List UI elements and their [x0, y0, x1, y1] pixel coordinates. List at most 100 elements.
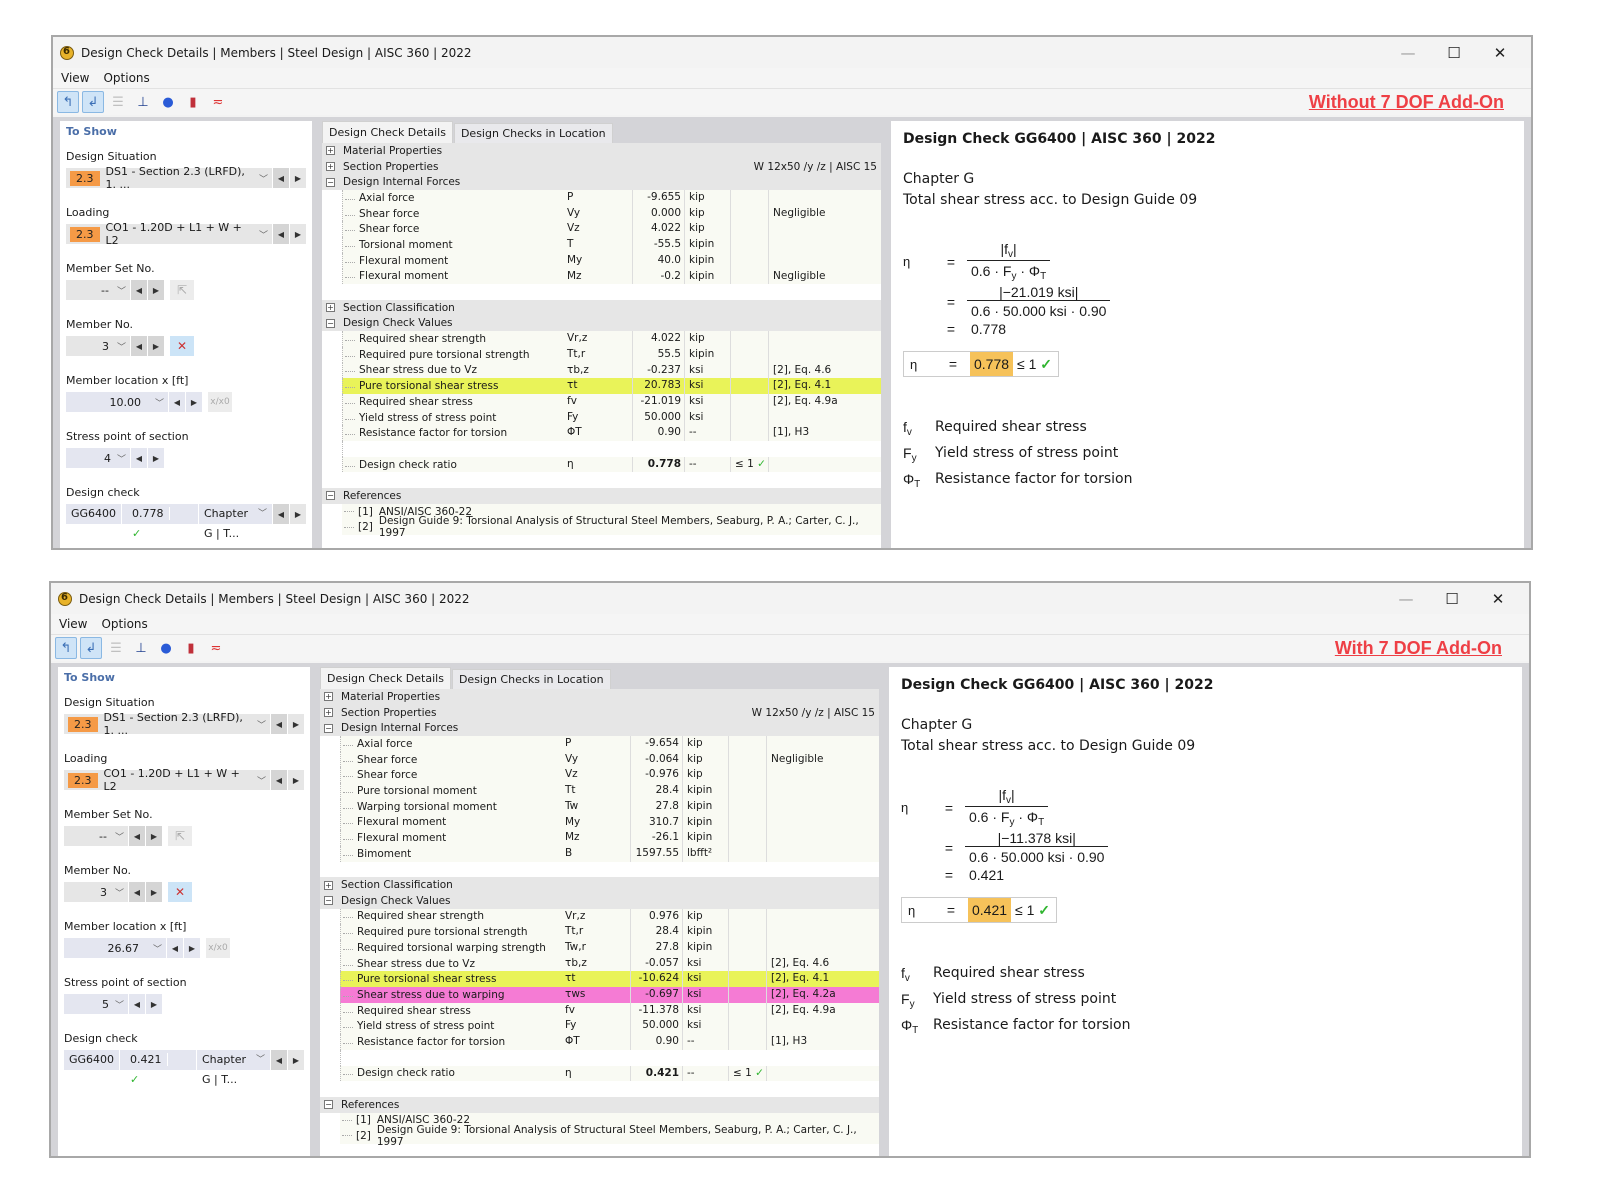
- tab-design-check-details[interactable]: Design Check Details: [320, 667, 451, 689]
- next-arrow-icon[interactable]: ▶: [148, 448, 164, 468]
- next-arrow-icon[interactable]: ▶: [148, 280, 164, 300]
- close-button[interactable]: ✕: [1475, 590, 1521, 608]
- next-arrow-icon[interactable]: ▶: [146, 994, 162, 1014]
- prev-arrow-icon[interactable]: ◀: [131, 280, 147, 300]
- maximize-button[interactable]: ☐: [1431, 44, 1477, 62]
- next-arrow-icon[interactable]: ▶: [288, 1050, 304, 1070]
- pick-member-set-icon[interactable]: ⇱: [170, 280, 194, 300]
- select-next-icon[interactable]: ↰: [55, 637, 77, 659]
- prev-arrow-icon[interactable]: ◀: [129, 994, 145, 1014]
- close-button[interactable]: ✕: [1477, 44, 1523, 62]
- next-arrow-icon[interactable]: ▶: [288, 714, 304, 734]
- list-icon[interactable]: ☰: [107, 91, 129, 113]
- tab-design-checks-in-location[interactable]: Design Checks in Location: [451, 669, 611, 689]
- group-design-check-values[interactable]: − Design Check Values: [322, 315, 881, 332]
- group-section-classification[interactable]: + Section Classification: [320, 877, 879, 893]
- minimize-button[interactable]: —: [1385, 44, 1431, 62]
- stress-diagram-icon[interactable]: ≂: [205, 637, 227, 659]
- prev-arrow-icon[interactable]: ◀: [129, 882, 145, 902]
- next-arrow-icon[interactable]: ▶: [290, 224, 306, 244]
- next-arrow-icon[interactable]: ▶: [290, 168, 306, 188]
- prev-arrow-icon[interactable]: ◀: [131, 448, 147, 468]
- design-check-select[interactable]: GG6400 0.778 ✓ Chapter G | T... ﹀: [66, 504, 272, 540]
- prev-arrow-icon[interactable]: ◀: [271, 1050, 287, 1070]
- prev-arrow-icon[interactable]: ◀: [273, 224, 289, 244]
- expand-icon[interactable]: +: [324, 880, 333, 890]
- select-next-icon[interactable]: ↰: [57, 91, 79, 113]
- prev-arrow-icon[interactable]: ◀: [167, 938, 183, 958]
- prev-arrow-icon[interactable]: ◀: [271, 770, 287, 790]
- info-colors-icon[interactable]: ●: [155, 637, 177, 659]
- prev-arrow-icon[interactable]: ◀: [131, 336, 147, 356]
- tab-design-checks-in-location[interactable]: Design Checks in Location: [453, 123, 613, 143]
- next-arrow-icon[interactable]: ▶: [186, 392, 202, 412]
- section-icon[interactable]: ⊥: [132, 91, 154, 113]
- group-design-internal-forces[interactable]: − Design Internal Forces: [322, 174, 881, 191]
- stress-point-select[interactable]: 4 ﹀: [66, 448, 130, 468]
- group-references[interactable]: − References: [322, 488, 881, 504]
- pick-member-set-icon[interactable]: ⇱: [168, 826, 192, 846]
- prev-arrow-icon[interactable]: ◀: [271, 714, 287, 734]
- menu-view[interactable]: View: [59, 617, 87, 631]
- next-arrow-icon[interactable]: ▶: [290, 504, 306, 524]
- next-arrow-icon[interactable]: ▶: [184, 938, 200, 958]
- collapse-icon[interactable]: −: [326, 177, 335, 187]
- design-situation-select[interactable]: 2.3 DS1 - Section 2.3 (LRFD), 1. ... ﹀: [64, 711, 270, 737]
- expand-icon[interactable]: +: [324, 692, 333, 702]
- collapse-icon[interactable]: −: [326, 318, 335, 328]
- section-info-icon[interactable]: ▮: [180, 637, 202, 659]
- expand-icon[interactable]: +: [326, 303, 335, 313]
- prev-arrow-icon[interactable]: ◀: [169, 392, 185, 412]
- group-section-properties[interactable]: + Section Properties W 12x50 /y /z | AISC …: [322, 158, 881, 175]
- relative-location-button[interactable]: x/x0: [208, 392, 232, 412]
- next-arrow-icon[interactable]: ▶: [146, 826, 162, 846]
- group-material-properties[interactable]: + Material Properties: [322, 143, 881, 159]
- member-set-select[interactable]: -- ﹀: [66, 280, 130, 300]
- maximize-button[interactable]: ☐: [1429, 590, 1475, 608]
- next-arrow-icon[interactable]: ▶: [288, 770, 304, 790]
- section-info-icon[interactable]: ▮: [182, 91, 204, 113]
- group-references[interactable]: − References: [320, 1096, 879, 1113]
- member-set-select[interactable]: -- ﹀: [64, 826, 128, 846]
- member-no-select[interactable]: 3 ﹀: [66, 336, 130, 356]
- collapse-icon[interactable]: −: [326, 491, 335, 501]
- pick-member-icon[interactable]: ✕: [170, 336, 194, 356]
- group-material-properties[interactable]: + Material Properties: [320, 689, 879, 705]
- member-no-select[interactable]: 3 ﹀: [64, 882, 128, 902]
- stress-diagram-icon[interactable]: ≂: [207, 91, 229, 113]
- collapse-icon[interactable]: −: [324, 1100, 333, 1110]
- group-design-check-values[interactable]: − Design Check Values: [320, 892, 879, 909]
- collapse-icon[interactable]: −: [324, 896, 333, 906]
- design-situation-select[interactable]: 2.3 DS1 - Section 2.3 (LRFD), 1. ... ﹀: [66, 165, 272, 191]
- list-icon[interactable]: ☰: [105, 637, 127, 659]
- group-section-classification[interactable]: + Section Classification: [322, 299, 881, 316]
- menu-options[interactable]: Options: [101, 617, 147, 631]
- info-colors-icon[interactable]: ●: [157, 91, 179, 113]
- collapse-icon[interactable]: −: [324, 723, 333, 733]
- select-prev-icon[interactable]: ↲: [82, 91, 104, 113]
- stress-point-select[interactable]: 5 ﹀: [64, 994, 128, 1014]
- relative-location-button[interactable]: x/x0: [206, 938, 230, 958]
- minimize-button[interactable]: —: [1383, 590, 1429, 608]
- menu-view[interactable]: View: [61, 71, 89, 85]
- design-check-select[interactable]: GG6400 0.421 ✓ Chapter G | T... ﹀: [64, 1050, 270, 1086]
- prev-arrow-icon[interactable]: ◀: [273, 168, 289, 188]
- group-design-internal-forces[interactable]: − Design Internal Forces: [320, 720, 879, 737]
- section-icon[interactable]: ⊥: [130, 637, 152, 659]
- menu-options[interactable]: Options: [103, 71, 149, 85]
- next-arrow-icon[interactable]: ▶: [148, 336, 164, 356]
- next-arrow-icon[interactable]: ▶: [146, 882, 162, 902]
- expand-icon[interactable]: +: [326, 162, 335, 172]
- expand-icon[interactable]: +: [326, 146, 335, 156]
- pick-member-icon[interactable]: ✕: [168, 882, 192, 902]
- tab-design-check-details[interactable]: Design Check Details: [322, 121, 453, 143]
- select-prev-icon[interactable]: ↲: [80, 637, 102, 659]
- member-location-select[interactable]: 10.00 ﹀: [66, 392, 168, 412]
- loading-select[interactable]: 2.3 CO1 - 1.20D + L1 + W + L2 ﹀: [64, 767, 270, 793]
- member-location-select[interactable]: 26.67 ﹀: [64, 938, 166, 958]
- prev-arrow-icon[interactable]: ◀: [273, 504, 289, 524]
- prev-arrow-icon[interactable]: ◀: [129, 826, 145, 846]
- expand-icon[interactable]: +: [324, 708, 333, 718]
- group-section-properties[interactable]: + Section Properties W 12x50 /y /z | AISC …: [320, 704, 879, 721]
- loading-select[interactable]: 2.3 CO1 - 1.20D + L1 + W + L2 ﹀: [66, 221, 272, 247]
